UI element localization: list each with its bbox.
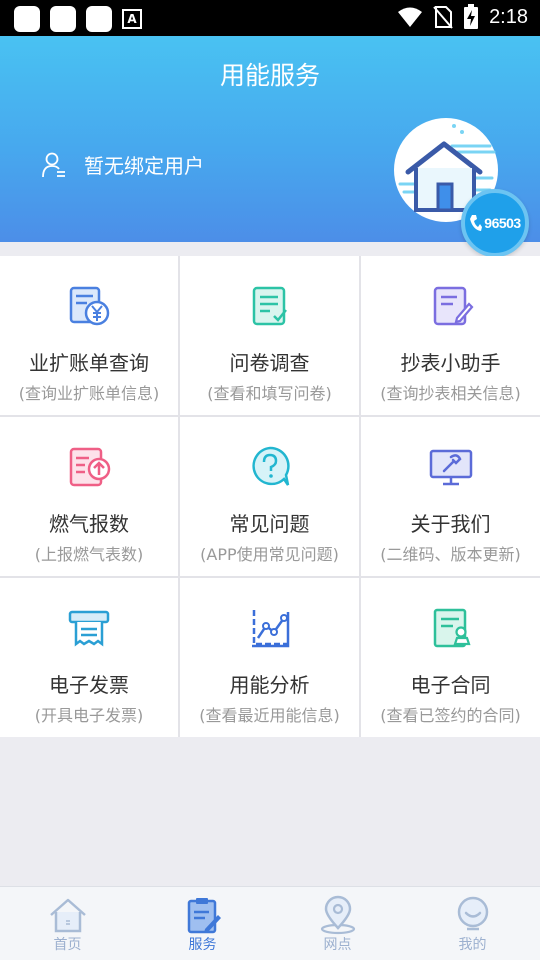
gas-report-icon — [69, 447, 111, 487]
keyboard-a-icon: A — [122, 9, 142, 29]
service-icon — [187, 898, 221, 934]
bind-user-row[interactable]: 暂无绑定用户 — [42, 150, 204, 179]
nav-home[interactable]: 首页 — [0, 887, 135, 960]
notification-icon — [50, 6, 76, 32]
wifi-icon — [398, 7, 423, 27]
service-e-contract[interactable]: 电子合同 (查看已签约的合同) — [361, 578, 540, 737]
about-monitor-icon — [429, 449, 472, 486]
services-grid: 业扩账单查询 (查询业扩账单信息) 问卷调查 (查看和填写问卷) 抄表小助手 (… — [0, 256, 540, 737]
service-bill-query[interactable]: 业扩账单查询 (查询业扩账单信息) — [0, 256, 178, 415]
service-title: 关于我们 — [410, 512, 491, 536]
phone-icon — [470, 215, 483, 231]
service-subtitle: (查看和填写问卷) — [207, 384, 332, 403]
invoice-printer-icon — [68, 610, 110, 647]
service-title: 电子发票 — [49, 673, 129, 697]
service-subtitle: (APP使用常见问题) — [200, 545, 339, 564]
service-title: 常见问题 — [229, 512, 310, 536]
service-title: 电子合同 — [410, 673, 491, 697]
meter-edit-icon — [433, 286, 473, 326]
service-title: 抄表小助手 — [400, 351, 501, 375]
location-pin-icon — [320, 895, 355, 935]
service-subtitle: (查看最近用能信息) — [199, 706, 340, 725]
hotline-number: 96503 — [484, 215, 521, 231]
nav-profile[interactable]: 我的 — [405, 887, 540, 960]
profile-smile-icon — [457, 896, 488, 931]
faq-icon — [251, 446, 290, 486]
service-about-us[interactable]: 关于我们 (二维码、版本更新) — [361, 417, 540, 576]
nav-label: 网点 — [323, 937, 352, 953]
service-subtitle: (查询抄表相关信息) — [380, 384, 521, 403]
service-gas-report[interactable]: 燃气报数 (上报燃气表数) — [0, 417, 178, 576]
user-status-text: 暂无绑定用户 — [84, 154, 204, 178]
service-title: 燃气报数 — [49, 512, 129, 536]
home-icon — [49, 898, 86, 933]
service-survey[interactable]: 问卷调查 (查看和填写问卷) — [180, 256, 359, 415]
header-banner: 用能服务 暂无绑定用户 96503 — [0, 36, 540, 257]
service-subtitle: (查询业扩账单信息) — [18, 384, 160, 403]
service-title: 用能分析 — [229, 673, 310, 697]
nav-service[interactable]: 服务 — [135, 887, 270, 960]
nav-label: 服务 — [188, 937, 217, 953]
page-title: 用能服务 — [219, 61, 320, 90]
battery-charging-icon — [464, 4, 479, 29]
service-subtitle: (查看已签约的合同) — [380, 706, 521, 725]
service-subtitle: (二维码、版本更新) — [380, 545, 521, 564]
service-e-invoice[interactable]: 电子发票 (开具电子发票) — [0, 578, 178, 737]
no-sim-icon — [433, 6, 453, 29]
service-subtitle: (上报燃气表数) — [34, 545, 144, 564]
notification-icon — [14, 6, 40, 32]
user-icon — [42, 152, 65, 177]
hotline-call-button[interactable]: 96503 — [461, 189, 529, 257]
nav-outlets[interactable]: 网点 — [270, 887, 405, 960]
notification-icons: A — [14, 6, 142, 32]
notification-icon — [86, 6, 112, 32]
analysis-chart-icon — [251, 610, 290, 648]
nav-label: 我的 — [458, 937, 487, 953]
service-meter-assistant[interactable]: 抄表小助手 (查询抄表相关信息) — [361, 256, 540, 415]
survey-icon — [252, 286, 287, 326]
service-energy-analysis[interactable]: 用能分析 (查看最近用能信息) — [180, 578, 359, 737]
service-title: 问卷调查 — [229, 351, 310, 375]
clock-time: 2:18 — [489, 5, 528, 28]
service-subtitle: (开具电子发票) — [34, 706, 144, 725]
bill-yen-icon — [69, 286, 110, 326]
contract-icon — [433, 608, 471, 648]
service-title: 业扩账单查询 — [29, 351, 149, 375]
nav-label: 首页 — [53, 937, 82, 953]
service-faq[interactable]: 常见问题 (APP使用常见问题) — [180, 417, 359, 576]
bottom-nav: 首页 服务 网点 我的 — [0, 886, 540, 960]
status-bar: A 2:18 — [0, 0, 540, 36]
